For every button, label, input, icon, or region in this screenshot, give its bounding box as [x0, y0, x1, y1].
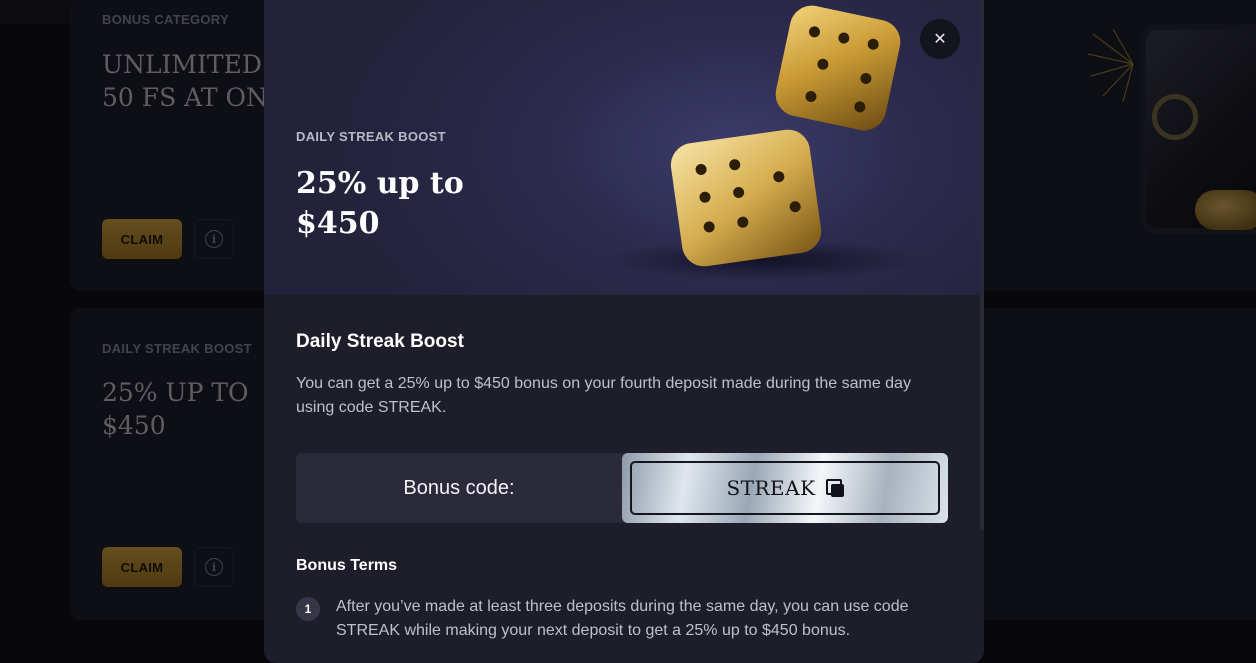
card-category: DAILY STREAK BOOST: [102, 341, 252, 356]
bonus-title: Daily Streak Boost: [296, 331, 464, 352]
hero-category: DAILY STREAK BOOST: [296, 129, 446, 144]
claim-button[interactable]: CLAIM: [102, 219, 182, 259]
term-number-badge: 1: [296, 597, 320, 621]
bonus-code-box: Bonus code: STREAK: [296, 453, 948, 523]
copy-code-button[interactable]: STREAK: [630, 461, 940, 515]
fireworks-illustration: [1087, 28, 1134, 103]
claim-button[interactable]: CLAIM: [102, 547, 182, 587]
modal-body: Daily Streak Boost You can get a 25% up …: [264, 295, 984, 663]
copy-icon: [825, 479, 844, 497]
dice-icon: [771, 1, 905, 135]
modal-scrollbar[interactable]: [980, 0, 984, 530]
bonus-code-value: STREAK: [726, 476, 816, 500]
info-icon: i: [205, 558, 223, 576]
info-button[interactable]: i: [194, 547, 234, 587]
coins-illustration: [1195, 190, 1256, 230]
hero-title: 25% up to $450: [296, 166, 464, 241]
bonus-description: You can get a 25% up to $450 bonus on yo…: [296, 375, 911, 416]
card-category: BONUS CATEGORY: [102, 12, 229, 27]
vault-wheel: [1152, 94, 1198, 140]
term-text: After you’ve made at least three deposit…: [336, 598, 909, 639]
bonus-details-modal: DAILY STREAK BOOST 25% up to $450 ✕ Dail…: [264, 0, 984, 663]
dice-icon: [668, 126, 824, 270]
info-button[interactable]: i: [194, 219, 234, 259]
close-button[interactable]: ✕: [920, 19, 960, 59]
modal-hero: DAILY STREAK BOOST 25% up to $450 ✕: [264, 0, 984, 295]
bonus-code-label: Bonus code:: [403, 476, 515, 499]
info-icon: i: [205, 230, 223, 248]
bonus-terms-title: Bonus Terms: [296, 557, 398, 574]
close-icon: ✕: [933, 31, 947, 48]
